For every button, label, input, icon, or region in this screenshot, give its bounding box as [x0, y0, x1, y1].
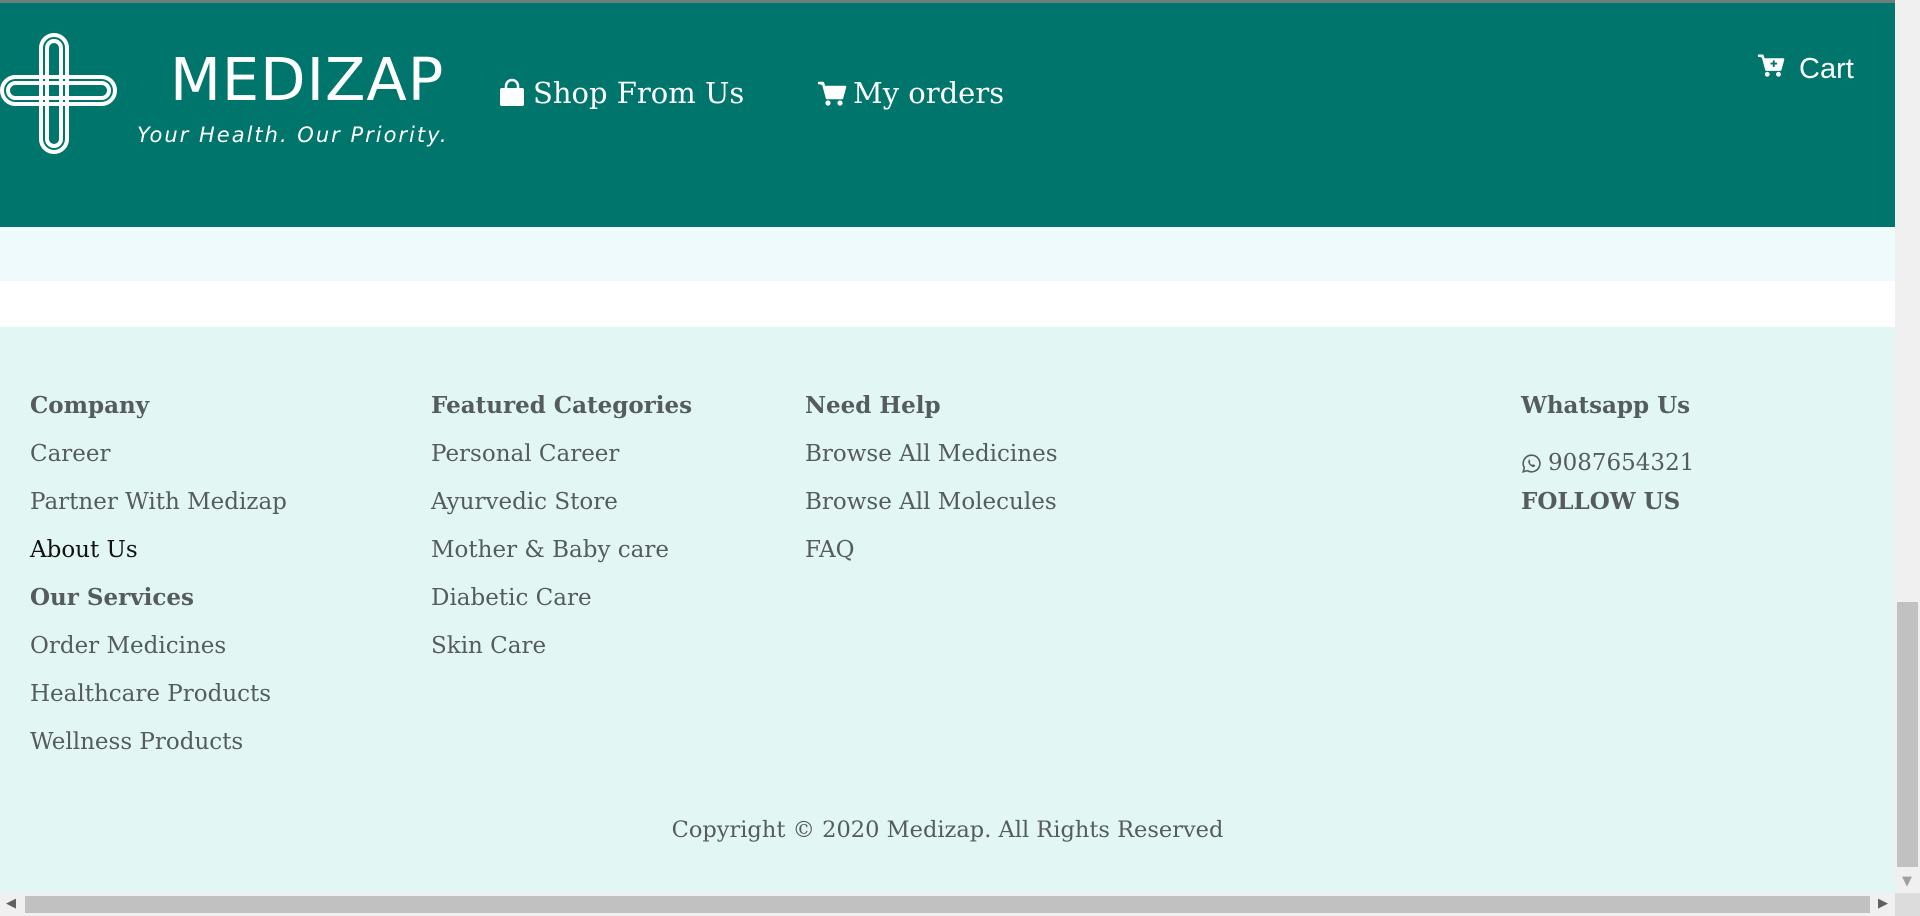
horizontal-scroll-thumb[interactable]: [25, 896, 1870, 913]
footer-link-healthcare-products[interactable]: Healthcare Products: [30, 679, 287, 727]
footer-column-whatsapp: Whatsapp Us 9087654321 FOLLOW US: [1521, 391, 1694, 535]
nav-my-orders[interactable]: My orders: [817, 76, 1004, 110]
horizontal-scrollbar[interactable]: ◀ ▶: [0, 893, 1895, 916]
company-heading: Company: [30, 392, 150, 419]
vertical-scroll-thumb[interactable]: [1897, 602, 1918, 867]
nav-shop-from-us-label: Shop From Us: [533, 76, 745, 110]
services-heading: Our Services: [30, 584, 194, 611]
scrollbar-corner: [1895, 893, 1920, 916]
light-band: [0, 227, 1895, 281]
footer-link-career[interactable]: Career: [30, 439, 287, 487]
footer-link-personal-career[interactable]: Personal Career: [431, 439, 692, 487]
follow-us-heading: FOLLOW US: [1521, 488, 1681, 515]
shopping-bag-icon: [497, 78, 527, 108]
nav-shop-from-us[interactable]: Shop From Us: [497, 76, 744, 110]
whatsapp-phone: 9087654321: [1548, 450, 1695, 476]
medical-cross-logo-icon: [0, 33, 117, 154]
nav-my-orders-label: My orders: [853, 76, 1005, 110]
cart-plus-icon: [1757, 51, 1785, 87]
page: MEDIZAP Your Health. Our Priority. Shop …: [0, 0, 1895, 893]
brand-logo[interactable]: MEDIZAP Your Health. Our Priority.: [0, 31, 460, 161]
footer-link-faq[interactable]: FAQ: [805, 535, 1058, 583]
footer-column-company: Company Career Partner With Medizap Abou…: [30, 391, 287, 775]
footer-link-mother-baby[interactable]: Mother & Baby care: [431, 535, 692, 583]
brand-name: MEDIZAP: [170, 45, 445, 114]
cart-button[interactable]: Cart: [1757, 51, 1854, 87]
footer-column-help: Need Help Browse All Medicines Browse Al…: [805, 391, 1058, 583]
help-heading: Need Help: [805, 392, 941, 419]
footer-link-about-us[interactable]: About Us: [30, 535, 287, 583]
whatsapp-icon: [1521, 453, 1542, 474]
footer-link-ayurvedic-store[interactable]: Ayurvedic Store: [431, 487, 692, 535]
whatsapp-heading: Whatsapp Us: [1521, 392, 1691, 419]
footer-link-order-medicines[interactable]: Order Medicines: [30, 631, 287, 679]
footer-link-browse-medicines[interactable]: Browse All Medicines: [805, 439, 1058, 487]
vertical-scrollbar[interactable]: ▼: [1895, 0, 1920, 893]
footer-column-featured: Featured Categories Personal Career Ayur…: [431, 391, 692, 679]
brand-tagline: Your Health. Our Priority.: [137, 123, 449, 147]
cart-icon: [817, 78, 847, 108]
footer-link-skin-care[interactable]: Skin Care: [431, 631, 692, 679]
whatsapp-phone-link[interactable]: 9087654321: [1521, 439, 1694, 487]
footer-link-diabetic-care[interactable]: Diabetic Care: [431, 583, 692, 631]
footer-link-wellness-products[interactable]: Wellness Products: [30, 727, 287, 775]
scroll-left-arrow-icon[interactable]: ◀: [6, 896, 16, 911]
copyright-text: Copyright © 2020 Medizap. All Rights Res…: [671, 817, 1224, 843]
site-header: MEDIZAP Your Health. Our Priority. Shop …: [0, 0, 1895, 227]
footer-link-partner[interactable]: Partner With Medizap: [30, 487, 287, 535]
footer-link-browse-molecules[interactable]: Browse All Molecules: [805, 487, 1058, 535]
featured-heading: Featured Categories: [431, 392, 693, 419]
scroll-right-arrow-icon[interactable]: ▶: [1878, 896, 1888, 911]
site-footer: Company Career Partner With Medizap Abou…: [0, 327, 1895, 893]
scroll-down-arrow-icon[interactable]: ▼: [1902, 874, 1912, 889]
cart-label: Cart: [1799, 52, 1854, 85]
